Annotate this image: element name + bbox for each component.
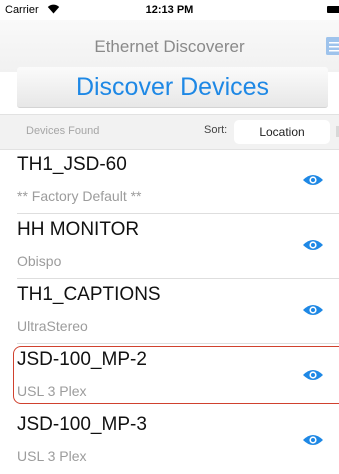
sort-selector[interactable]: Location	[234, 120, 330, 144]
device-location: USL 3 Plex	[17, 383, 87, 399]
device-name: JSD-100_MP-2	[17, 349, 147, 370]
clock: 12:13 PM	[145, 4, 194, 16]
device-location: ** Factory Default **	[17, 188, 142, 204]
eye-icon[interactable]	[302, 173, 324, 187]
eye-icon[interactable]	[302, 303, 324, 317]
device-name: HH MONITOR	[17, 219, 140, 240]
device-name: TH1_JSD-60	[17, 154, 127, 175]
sort-label: Sort:	[204, 124, 228, 136]
device-location: UltraStereo	[17, 318, 88, 334]
device-location: USL 3 Plex	[17, 448, 87, 464]
page-title: Ethernet Discoverer	[94, 37, 245, 56]
eye-icon[interactable]	[302, 433, 324, 447]
device-row[interactable]: JSD-100_MP-3 USL 3 Plex	[0, 409, 339, 474]
device-row-selected[interactable]: JSD-100_MP-2 USL 3 Plex	[0, 344, 339, 409]
device-name: TH1_CAPTIONS	[17, 284, 161, 305]
eye-icon[interactable]	[302, 238, 324, 252]
device-location: Obispo	[17, 253, 62, 269]
devices-found-label: Devices Found	[26, 125, 100, 137]
device-row[interactable]: TH1_CAPTIONS UltraStereo	[0, 279, 339, 344]
navigation-bar: Ethernet Discoverer	[0, 20, 339, 72]
discover-devices-button[interactable]: Discover Devices	[17, 67, 328, 108]
document-icon[interactable]	[326, 37, 339, 55]
eye-icon[interactable]	[302, 368, 324, 382]
device-row[interactable]: HH MONITOR Obispo	[0, 214, 339, 279]
filter-bar: Devices Found Sort: Location	[0, 114, 339, 150]
status-bar: Carrier 12:13 PM	[0, 0, 339, 20]
battery-icon	[327, 6, 339, 13]
device-name: JSD-100_MP-3	[17, 414, 147, 435]
device-row[interactable]: TH1_JSD-60 ** Factory Default **	[0, 149, 339, 214]
